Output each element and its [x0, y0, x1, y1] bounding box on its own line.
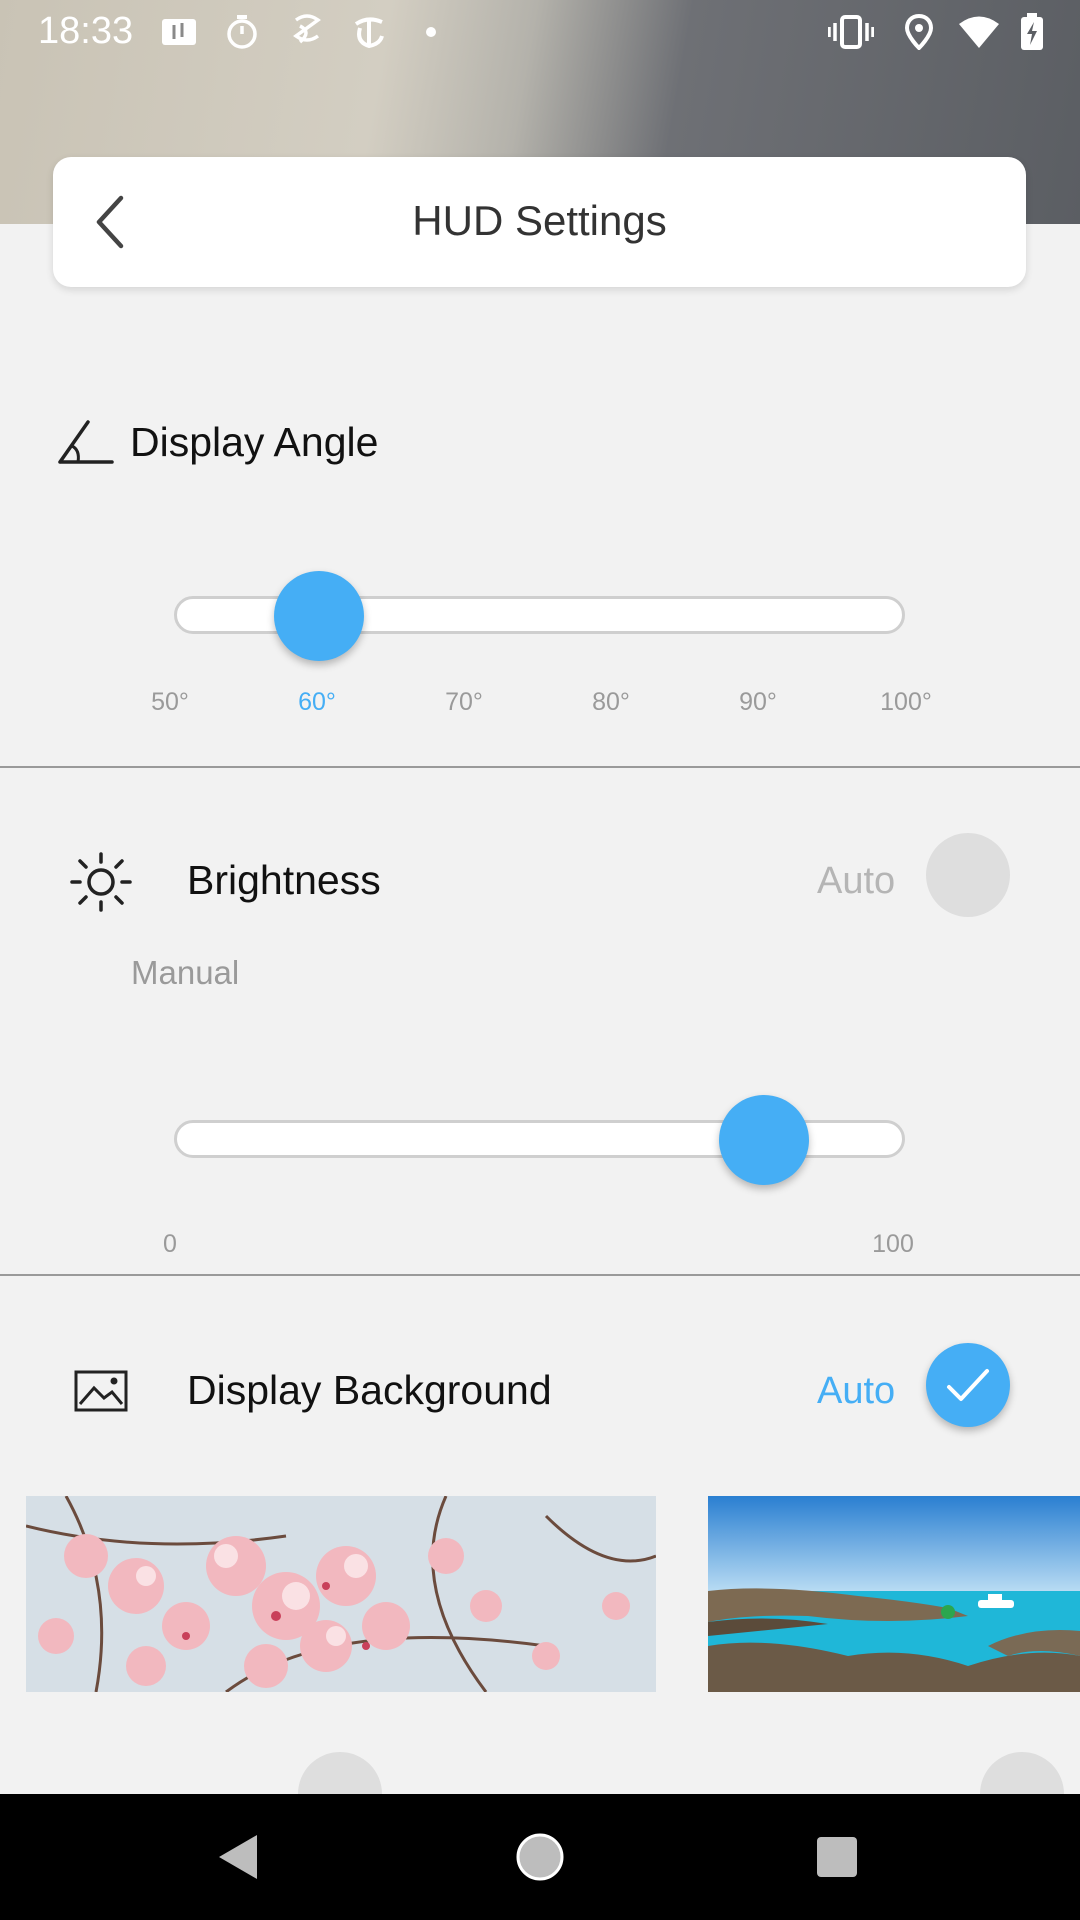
timer-icon — [224, 14, 260, 50]
status-bar: 18:33 — [0, 0, 1080, 64]
brightness-mode-label: Manual — [131, 954, 240, 991]
section-divider — [0, 766, 1080, 768]
swirl-app-icon — [290, 14, 324, 50]
hud-settings-screen: 18:33 HUD Settings Display Angle 50° 60°… — [0, 0, 1080, 1920]
background-option-coastal-sea[interactable] — [708, 1496, 1080, 1692]
battery-charging-icon — [1020, 13, 1044, 50]
brightness-title: Brightness — [187, 857, 381, 903]
status-time: 18:33 — [38, 10, 134, 52]
background-option-cherry-blossom[interactable] — [26, 1496, 656, 1692]
nav-back-button[interactable] — [203, 1822, 273, 1892]
brightness-slider-thumb[interactable] — [718, 1095, 809, 1185]
checkmark-icon — [947, 1369, 989, 1401]
angle-tick[interactable]: 90° — [718, 688, 798, 717]
nav-recents-button[interactable] — [802, 1822, 872, 1892]
brightness-auto-label: Auto — [817, 860, 896, 902]
angle-tick[interactable]: 100° — [866, 688, 946, 717]
angle-tick[interactable]: 50° — [130, 688, 210, 717]
image-icon — [74, 1370, 128, 1417]
angle-tick[interactable]: 60° — [277, 688, 357, 717]
brightness-auto-toggle[interactable] — [926, 833, 1010, 917]
header-card: HUD Settings — [53, 157, 1026, 287]
nav-home-button[interactable] — [505, 1822, 575, 1892]
brightness-min-label: 0 — [163, 1230, 177, 1258]
recents-square-icon — [817, 1837, 857, 1877]
page-title: HUD Settings — [412, 197, 667, 244]
dot-icon — [424, 14, 438, 50]
wifi-icon — [958, 14, 1000, 50]
angle-icon — [58, 418, 114, 471]
location-icon — [904, 14, 934, 50]
brightness-max-label: 100 — [872, 1230, 914, 1258]
section-divider — [0, 1274, 1080, 1276]
back-triangle-icon — [219, 1835, 257, 1879]
nyt-icon — [352, 14, 386, 50]
system-nav-bar — [0, 1794, 1080, 1920]
angle-tick[interactable]: 80° — [571, 688, 651, 717]
background-auto-toggle[interactable] — [926, 1343, 1010, 1427]
angle-tick[interactable]: 70° — [424, 688, 504, 717]
background-auto-label: Auto — [817, 1370, 896, 1412]
display-background-title: Display Background — [187, 1367, 552, 1413]
sun-icon — [68, 852, 134, 917]
display-angle-slider-thumb[interactable] — [274, 571, 364, 661]
vibrate-icon — [828, 14, 874, 50]
home-circle-icon — [516, 1833, 564, 1881]
display-angle-title: Display Angle — [130, 419, 379, 465]
map-icon — [160, 14, 200, 50]
